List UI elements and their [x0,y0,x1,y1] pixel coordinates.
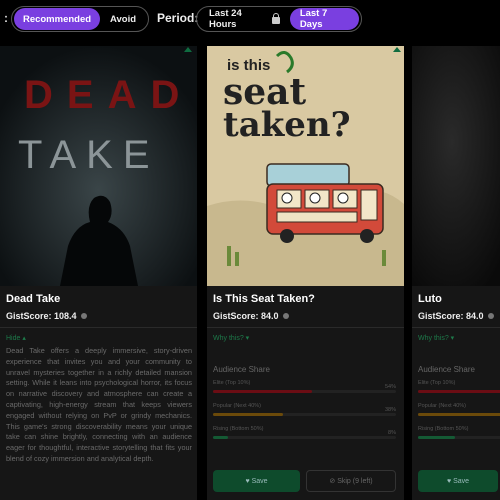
gist-score-value: GistScore: 84.0 [213,311,279,321]
scroll-up-icon[interactable] [184,47,192,52]
last-24-hours-toggle[interactable]: Last 24 Hours [199,8,290,30]
audience-share-title: Audience Share [418,365,475,374]
filter-colon: : [4,11,8,25]
last-7-days-toggle[interactable]: Last 7 Days [289,8,359,30]
game-card-dead-take: DEAD TAKE Dead Take GistScore: 108.4 Hid… [0,46,197,500]
audience-bar-fill [418,436,455,439]
period-label: Period: [157,11,199,25]
why-this-toggle[interactable]: Why this? ▾ [213,334,249,342]
poster-is-this-seat-taken[interactable]: is this seat taken? [207,46,404,286]
poster-taken-word: taken? [223,105,351,145]
audience-bar-fill [213,390,312,393]
audience-bar-fill [213,436,228,439]
game-card-luto: Luto GistScore: 84.0 Why this? ▾ Audienc… [412,46,500,500]
audience-row-label: Popular (Next 40%) [213,403,261,409]
info-icon[interactable] [81,313,88,319]
poster-take-word: TAKE [18,133,160,177]
last-24-hours-label: Last 24 Hours [209,8,242,30]
info-icon[interactable] [283,313,290,319]
recommended-toggle[interactable]: Recommended [14,8,100,30]
why-this-toggle[interactable]: Why this? ▾ [418,334,454,342]
audience-bar-track [213,436,396,439]
gist-score-value: GistScore: 108.4 [6,311,77,321]
gist-score: GistScore: 84.0 [213,311,290,321]
save-button[interactable]: ♥ Save [213,470,300,492]
audience-row-label: Elite (Top 10%) [418,380,456,386]
audience-row-label: Rising (Bottom 50%) [418,426,469,432]
scroll-up-icon[interactable] [393,47,401,52]
info-icon[interactable] [488,313,495,319]
game-title: Luto [418,293,442,305]
lock-icon [272,12,280,24]
audience-bar-track [418,390,500,393]
save-button[interactable]: ♥ Save [418,470,498,492]
game-card-is-this-seat-taken: is this seat taken? Is This Seat Taken? … [207,46,404,500]
game-title: Dead Take [6,293,61,305]
game-title: Is This Seat Taken? [213,293,315,305]
audience-bar-track [418,436,500,439]
poster-dead-word: DEAD [24,73,193,117]
hide-toggle[interactable]: Hide ▴ [6,334,26,342]
audience-bar-fill [418,413,500,416]
audience-row-label: Elite (Top 10%) [213,380,251,386]
audience-row-label: Popular (Next 40%) [418,403,466,409]
audience-bar-track [213,390,396,393]
mode-toggle-group: Recommended Avoid [11,6,149,32]
divider [207,327,404,328]
audience-bar-fill [418,390,500,393]
audience-row-label: Rising (Bottom 50%) [213,426,264,432]
audience-bar-track [213,413,396,416]
audience-bar-track [418,413,500,416]
avoid-toggle[interactable]: Avoid [100,8,146,30]
gist-score-value: GistScore: 84.0 [418,311,484,321]
audience-share-title: Audience Share [213,365,270,374]
skip-button[interactable]: ⊘ Skip (9 left) [306,470,396,492]
poster-luto[interactable] [412,46,500,286]
divider [0,327,197,328]
gist-score: GistScore: 108.4 [6,311,88,321]
divider [412,327,500,328]
poster-dead-take[interactable]: DEAD TAKE [0,46,197,286]
audience-bar-fill [213,413,283,416]
game-description: Dead Take offers a deeply immersive, sto… [6,346,192,463]
filter-bar: : Recommended Avoid Period: Last 24 Hour… [0,0,500,38]
period-toggle-group: Last 24 Hours Last 7 Days [196,6,362,32]
gist-score: GistScore: 84.0 [418,311,495,321]
